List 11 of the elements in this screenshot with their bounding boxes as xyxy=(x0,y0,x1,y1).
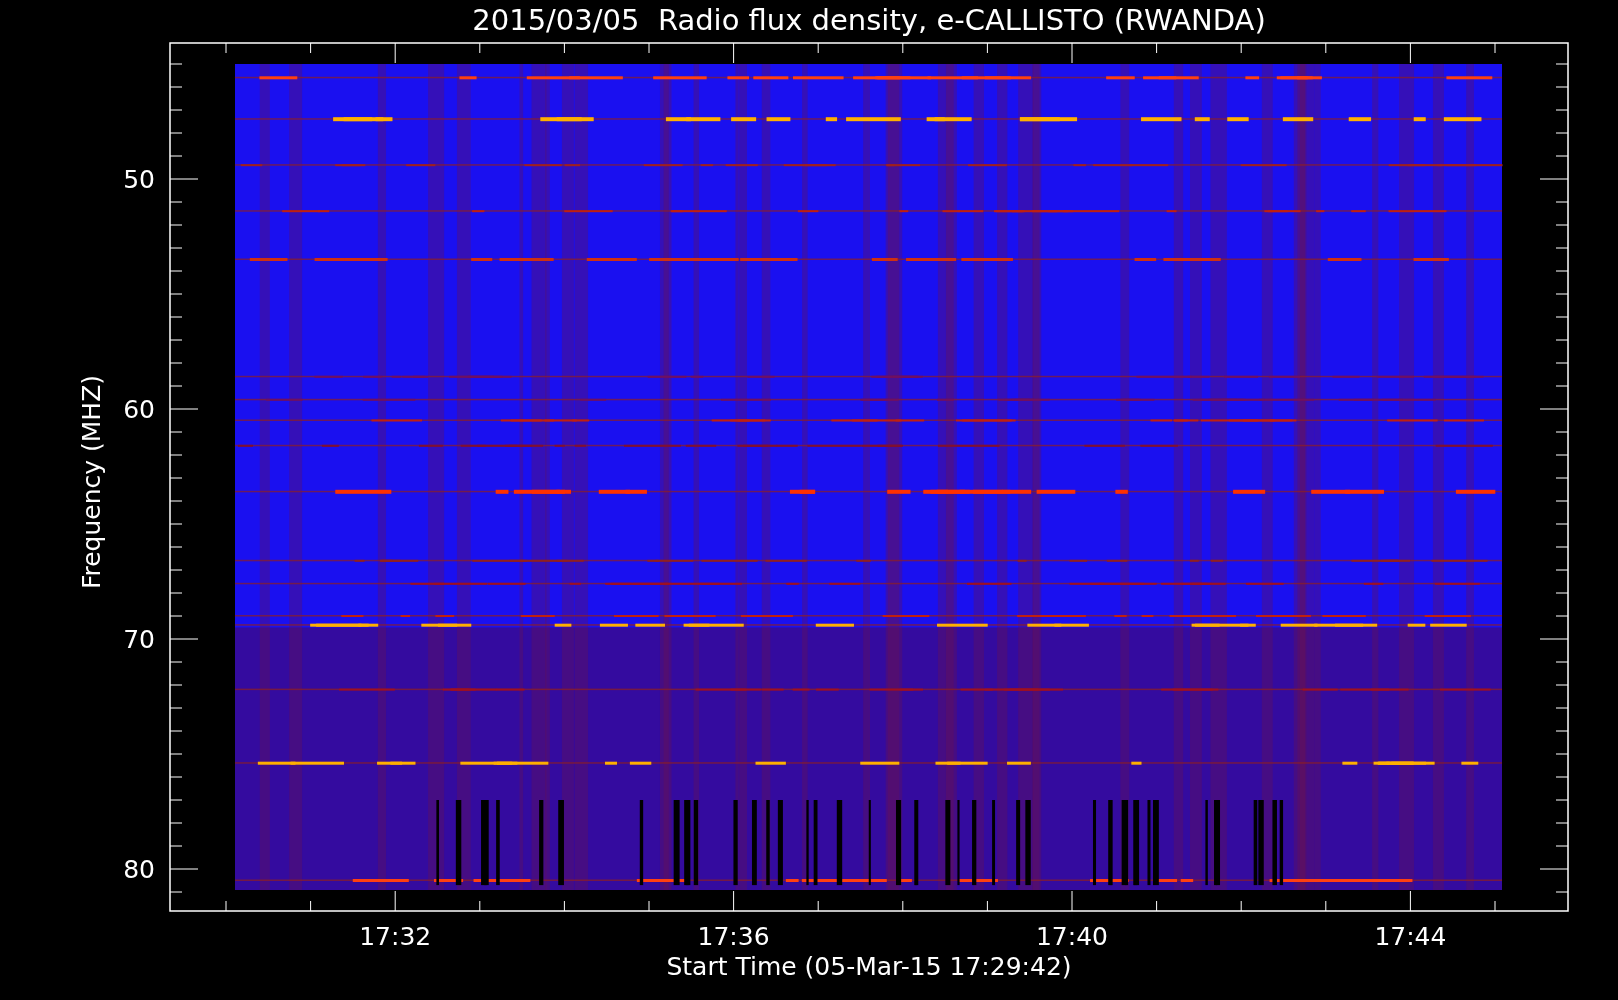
chart-title: 2015/03/05 Radio flux density, e-CALLISTO (RWANDA) xyxy=(472,3,1266,37)
y-tick-label: 80 xyxy=(123,855,155,884)
y-tick-label: 70 xyxy=(123,625,155,654)
y-tick-label: 50 xyxy=(123,165,155,194)
x-axis-label: Start Time (05-Mar-15 17:29:42) xyxy=(666,952,1072,981)
x-tick-label: 17:36 xyxy=(697,922,770,951)
x-tick-label: 17:40 xyxy=(1036,922,1108,951)
x-tick-label: 17:44 xyxy=(1374,922,1447,951)
x-tick-label: 17:32 xyxy=(359,922,432,951)
y-tick-label: 60 xyxy=(123,395,155,424)
y-axis-label: Frequency (MHZ) xyxy=(77,374,106,590)
